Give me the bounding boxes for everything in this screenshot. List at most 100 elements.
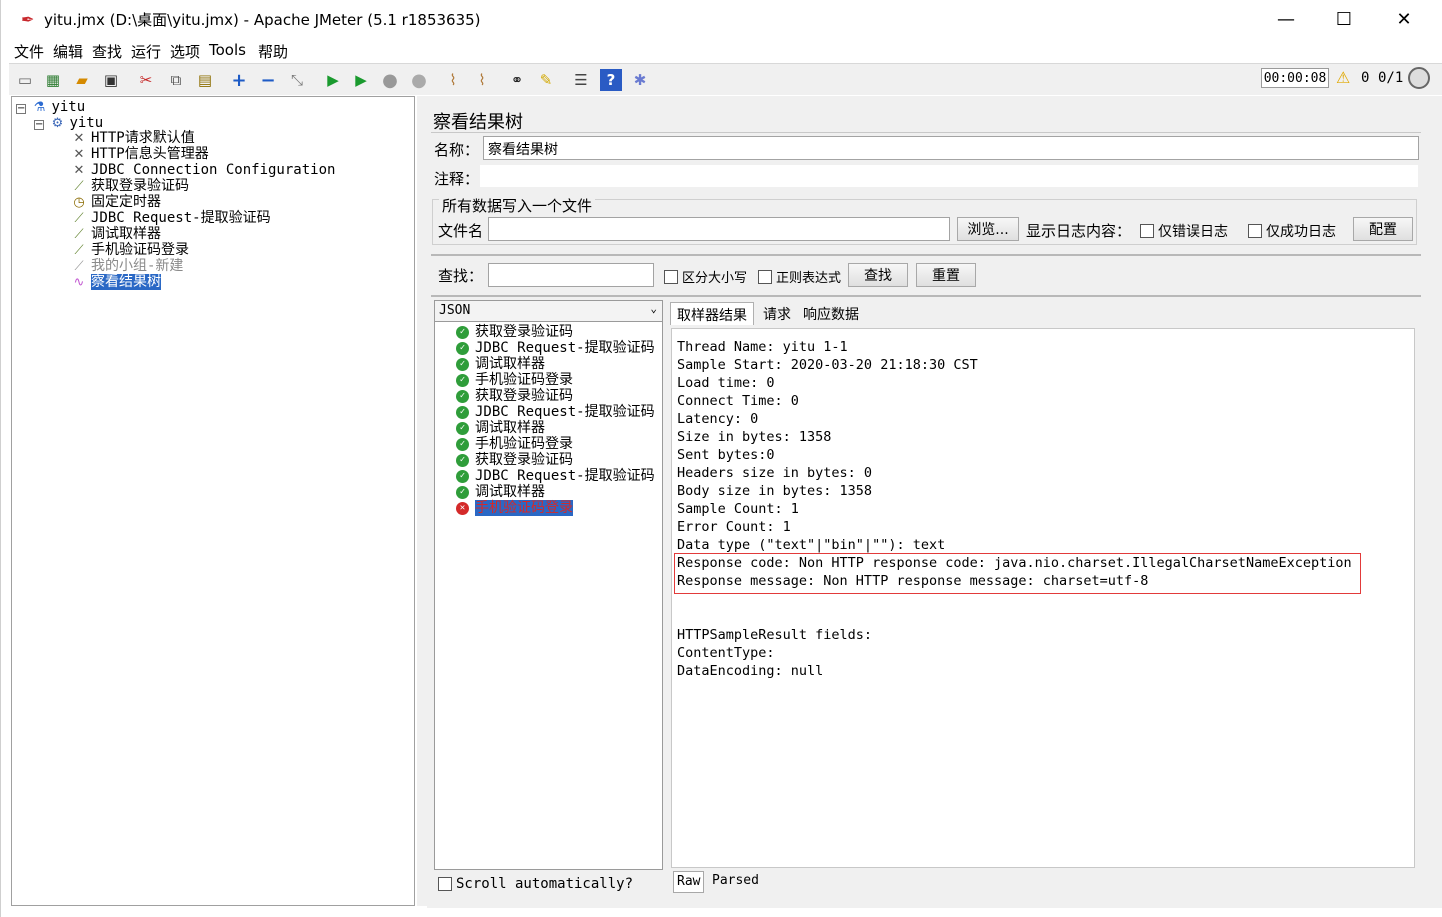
result-item[interactable]: ✓ 手机验证码登录	[456, 372, 573, 388]
tree-item-header-manager[interactable]: ✕ HTTP信息头管理器	[70, 146, 209, 163]
result-detail-line: Size in bytes: 1358	[677, 429, 832, 445]
success-shield-icon: ✓	[456, 469, 469, 483]
help-icon[interactable]: ?	[600, 69, 622, 91]
minimize-button[interactable]: —	[1257, 0, 1315, 38]
comment-label: 注释：	[434, 170, 480, 188]
collapse-icon[interactable]: −	[257, 69, 279, 91]
toggle-icon[interactable]: ⤡	[286, 69, 308, 91]
scroll-auto-checkbox[interactable]: Scroll automatically?	[438, 876, 633, 892]
tree-item-jdbc-config[interactable]: ✕ JDBC Connection Configuration	[70, 162, 336, 179]
result-item-label: 调试取样器	[475, 484, 545, 500]
menu-options[interactable]: 选项	[170, 41, 200, 62]
result-item-label: 获取登录验证码	[475, 324, 573, 340]
function-helper-icon[interactable]: ☰	[570, 69, 592, 91]
save-icon[interactable]: ▣	[100, 69, 122, 91]
case-sensitive-checkbox[interactable]: 区分大小写	[664, 267, 747, 286]
result-detail-line: Body size in bytes: 1358	[677, 483, 873, 499]
result-item[interactable]: ✓ JDBC Request-提取验证码	[456, 404, 655, 420]
configure-button[interactable]: 配置	[1353, 217, 1413, 241]
sampler-pipette-icon: ⟋	[74, 243, 84, 258]
menu-run[interactable]: 运行	[131, 41, 161, 62]
result-item[interactable]: ✓ JDBC Request-提取验证码	[456, 468, 655, 484]
errors-only-checkbox[interactable]: 仅错误日志	[1140, 221, 1228, 241]
tab-response-data[interactable]: 响应数据	[797, 302, 865, 325]
open-icon[interactable]: ▰	[71, 69, 93, 91]
search-input[interactable]	[488, 263, 654, 287]
success-only-checkbox[interactable]: 仅成功日志	[1248, 221, 1336, 241]
templates-icon[interactable]: ▦	[42, 69, 64, 91]
find-button[interactable]: 查找	[848, 263, 908, 287]
tree-item-jdbc-request[interactable]: ⟋ JDBC Request-提取验证码	[70, 210, 270, 227]
test-plan-icon: ⚗	[33, 100, 46, 115]
tree-item-http-defaults[interactable]: ✕ HTTP请求默认值	[70, 130, 195, 147]
tree-root[interactable]: − ⚗ yitu	[16, 99, 85, 116]
result-detail-line: Sample Count: 1	[677, 501, 799, 517]
result-item-label: 手机验证码登录	[475, 372, 573, 388]
sampler-pipette-icon: ⟋	[74, 211, 84, 226]
result-item[interactable]: ✕ 手机验证码登录	[456, 500, 573, 516]
regex-checkbox[interactable]: 正则表达式	[758, 267, 841, 286]
result-item[interactable]: ✓ 获取登录验证码	[456, 388, 573, 404]
sampler-pipette-icon: ⟋	[74, 259, 84, 274]
split-divider[interactable]	[417, 96, 427, 906]
close-button[interactable]: ✕	[1375, 0, 1433, 38]
warning-icon[interactable]: ⚠	[1336, 68, 1350, 87]
filename-field[interactable]	[488, 217, 950, 241]
result-detail-line: Thread Name: yitu 1-1	[677, 339, 848, 355]
jmeter-feather-icon: ✒	[21, 10, 35, 29]
tab-sampler-result[interactable]: 取样器结果	[670, 302, 754, 325]
menu-tools[interactable]: Tools	[209, 41, 246, 59]
tree-item-phone-login[interactable]: ⟋ 手机验证码登录	[70, 242, 189, 259]
tab-raw[interactable]: Raw	[673, 871, 705, 893]
menu-bar: 文件 编辑 查找 运行 选项 Tools 帮助	[9, 39, 1442, 61]
result-detail-line: Error Count: 1	[677, 519, 791, 535]
clear-icon[interactable]: ⌇	[442, 69, 464, 91]
section-divider-2	[431, 295, 1421, 297]
start-icon[interactable]: ▶	[322, 69, 344, 91]
tree-item-group-new[interactable]: ⟋ 我的小组-新建	[70, 258, 183, 275]
stop-icon[interactable]: ●	[379, 69, 401, 91]
name-label: 名称：	[434, 141, 480, 159]
maximize-button[interactable]: ☐	[1315, 0, 1373, 38]
start-no-pause-icon[interactable]: ▶	[350, 69, 372, 91]
menu-edit[interactable]: 编辑	[53, 41, 83, 62]
results-items: ✓ 获取登录验证码 ✓ JDBC Request-提取验证码 ✓ 调试取样器 ✓ 手机验证码登…	[434, 324, 663, 524]
result-item[interactable]: ✓ 获取登录验证码	[456, 452, 573, 468]
result-item[interactable]: ✓ 获取登录验证码	[456, 324, 573, 340]
expand-icon[interactable]: +	[228, 69, 250, 91]
tree-item-view-results-tree[interactable]: ∿ 察看结果树	[70, 274, 161, 291]
result-item[interactable]: ✓ 调试取样器	[456, 420, 545, 436]
renderer-select[interactable]: JSON ⌄	[434, 300, 663, 322]
browse-button[interactable]: 浏览...	[957, 217, 1019, 241]
shutdown-icon[interactable]: ●	[408, 69, 430, 91]
result-item[interactable]: ✓ 调试取样器	[456, 484, 545, 500]
menu-file[interactable]: 文件	[14, 41, 44, 62]
paste-icon[interactable]: ▤	[194, 69, 216, 91]
clear-all-icon[interactable]: ⌇	[471, 69, 493, 91]
result-item[interactable]: ✓ 调试取样器	[456, 356, 545, 372]
jmeter-window: ✒ yitu.jmx (D:\桌面\yitu.jmx) - Apache JMe…	[0, 0, 1442, 917]
section-divider	[431, 254, 1421, 256]
remote-icon[interactable]: ✱	[629, 69, 651, 91]
reset-button[interactable]: 重置	[916, 263, 976, 287]
copy-icon[interactable]: ⧉	[165, 69, 187, 91]
name-field[interactable]: 察看结果树	[483, 136, 1419, 160]
cut-icon[interactable]: ✂	[135, 69, 157, 91]
result-detail-line: HTTPSampleResult fields:	[677, 627, 873, 643]
tree-item-timer[interactable]: ◷ 固定定时器	[70, 194, 161, 211]
search-binoculars-icon[interactable]: ⚭	[506, 69, 528, 91]
error-shield-icon: ✕	[456, 501, 469, 515]
success-shield-icon: ✓	[456, 485, 469, 499]
tab-parsed[interactable]: Parsed	[712, 873, 759, 888]
chevron-down-icon: ⌄	[650, 302, 657, 315]
result-item[interactable]: ✓ JDBC Request-提取验证码	[456, 340, 655, 356]
tree-item-get-code[interactable]: ⟋ 获取登录验证码	[70, 178, 189, 195]
menu-help[interactable]: 帮助	[258, 41, 288, 62]
tab-request[interactable]: 请求	[757, 302, 797, 325]
tree-item-debug-sampler[interactable]: ⟋ 调试取样器	[70, 226, 161, 243]
menu-search[interactable]: 查找	[92, 41, 122, 62]
result-item[interactable]: ✓ 手机验证码登录	[456, 436, 573, 452]
reset-search-icon[interactable]: ✎	[535, 69, 557, 91]
comment-field[interactable]	[479, 164, 1419, 188]
new-icon[interactable]: ▭	[14, 69, 36, 91]
